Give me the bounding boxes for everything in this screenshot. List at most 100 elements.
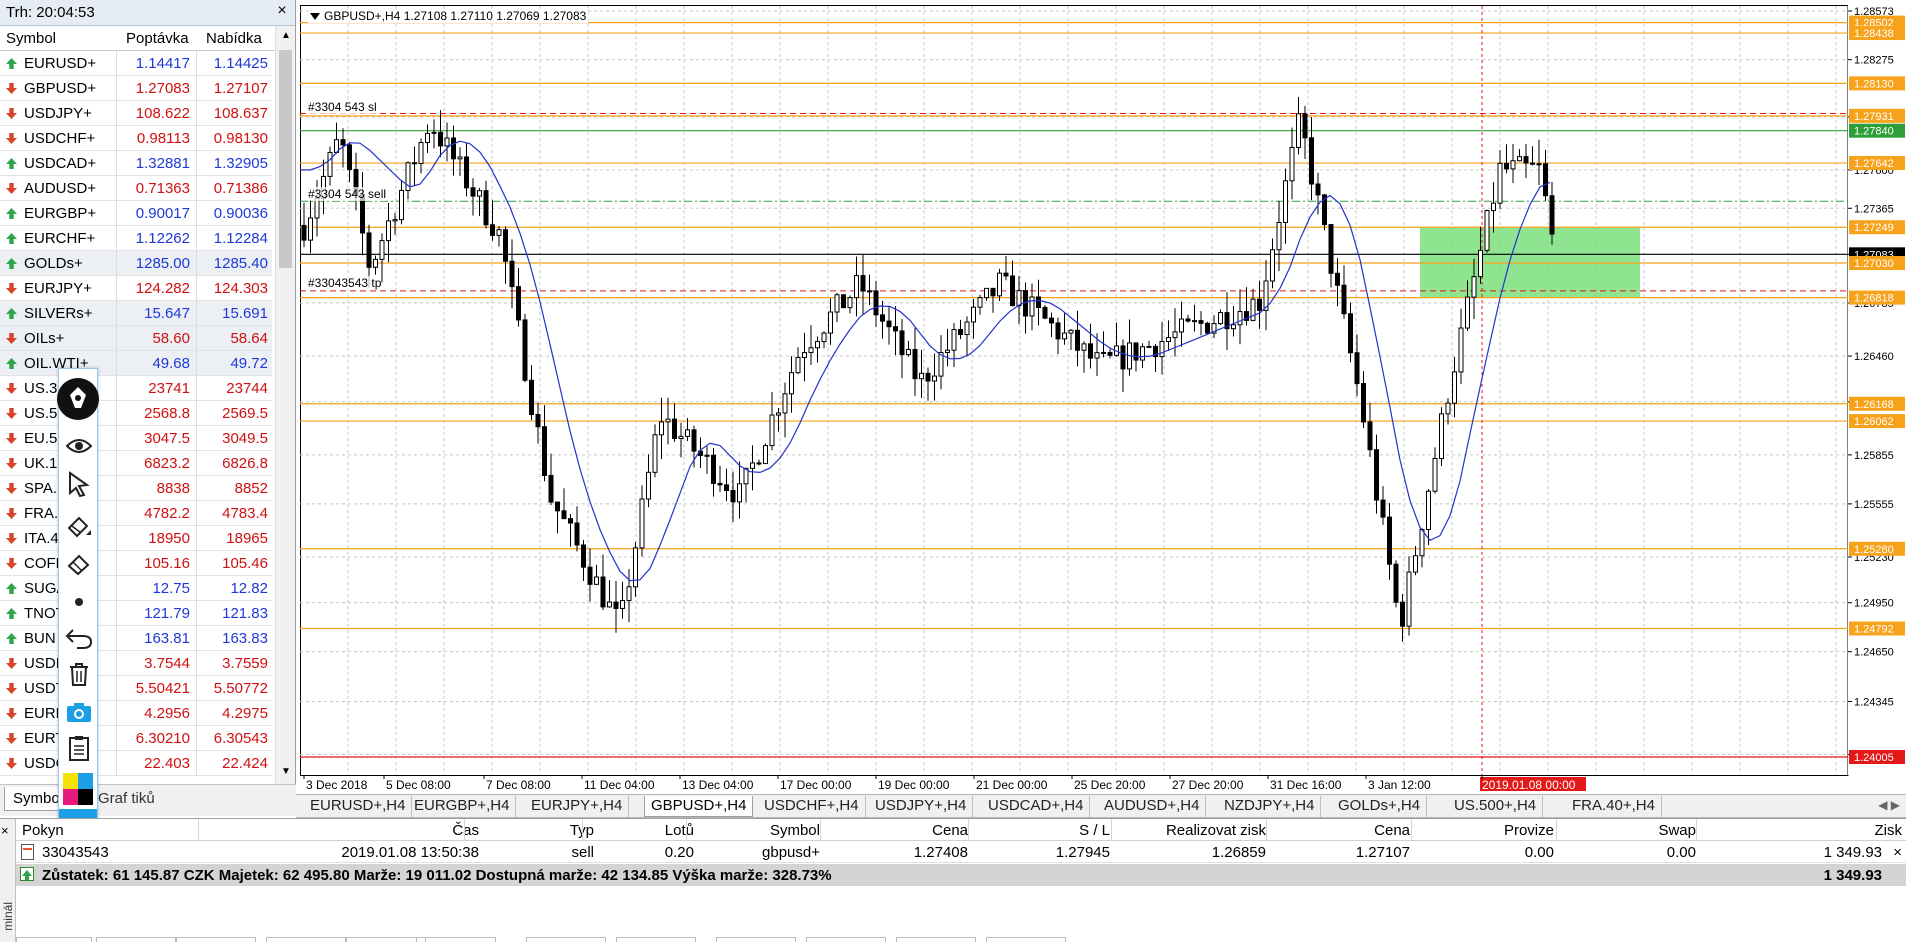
arrow-up-icon [6, 358, 17, 369]
market-watch-row[interactable]: EURUSD+ 1.14417 1.14425 [0, 51, 272, 76]
eye-icon[interactable] [63, 431, 95, 461]
chart-tab[interactable]: EURUSD+,H4 [304, 796, 413, 817]
column-header[interactable]: Realizovat zisk [1166, 822, 1266, 839]
chart-tab[interactable]: EURJPY+,H4 [525, 796, 630, 817]
market-watch-row[interactable]: FRA.4 4782.2 4783.4 [0, 501, 272, 526]
market-watch-row[interactable]: OILs+ 58.60 58.64 [0, 326, 272, 351]
chart-tab[interactable]: USDCHF+,H4 [758, 796, 866, 817]
market-watch-row[interactable]: ITA.4 18950 18965 [0, 526, 272, 551]
market-watch-row[interactable]: GBPUSD+ 1.27083 1.27107 [0, 76, 272, 101]
terminal-tab[interactable] [96, 937, 176, 942]
dot-icon[interactable] [63, 587, 95, 617]
scroll-down-icon[interactable]: ▼ [279, 766, 293, 780]
column-header[interactable]: Zisk [1875, 822, 1903, 839]
market-watch-row[interactable]: USDC 22.403 22.424 [0, 751, 272, 776]
terminal-tab[interactable] [526, 937, 606, 942]
close-order-icon[interactable]: × [1893, 844, 1902, 861]
terminal-tab[interactable] [416, 937, 496, 942]
column-header[interactable]: Čas [452, 822, 479, 839]
time-tick-label: 19 Dec 00:00 [878, 778, 950, 792]
scroll-thumb[interactable] [279, 50, 292, 268]
column-header[interactable]: S / L [1079, 822, 1110, 839]
market-watch-row[interactable]: OIL.WTI+ 49.68 49.72 [0, 351, 272, 376]
scroll-up-icon[interactable]: ▲ [279, 30, 293, 44]
column-bid[interactable]: Poptávka [126, 30, 189, 47]
market-watch-row[interactable]: AUDUSD+ 0.71363 0.71386 [0, 176, 272, 201]
chart-tab[interactable]: GBPUSD+,H4 [644, 796, 754, 817]
column-symbol[interactable]: Symbol [6, 30, 56, 47]
market-watch-row[interactable]: EURCHF+ 1.12262 1.12284 [0, 226, 272, 251]
market-watch-row[interactable]: SUGA 12.75 12.82 [0, 576, 272, 601]
brand-logo-icon[interactable] [57, 378, 99, 420]
close-icon[interactable]: × [1, 823, 9, 838]
trash-icon[interactable] [63, 659, 95, 689]
camera-icon[interactable] [63, 697, 95, 727]
chart-tab[interactable]: NZDJPY+,H4 [1218, 796, 1322, 817]
table-row[interactable]: 33043543 2019.01.08 13:50:38 sell 0.20 g… [16, 841, 1906, 863]
chart-tab[interactable]: AUDUSD+,H4 [1098, 796, 1207, 817]
column-header[interactable]: Lotů [665, 822, 694, 839]
terminal-tab[interactable] [346, 937, 426, 942]
clipboard-icon[interactable] [63, 733, 95, 763]
tab-tick-chart[interactable]: Graf tiků [90, 787, 163, 811]
market-watch-row[interactable]: EURT 6.30210 6.30543 [0, 726, 272, 751]
market-watch-row[interactable]: USDCHF+ 0.98113 0.98130 [0, 126, 272, 151]
market-watch-row[interactable]: SPA.3 8838 8852 [0, 476, 272, 501]
column-header[interactable]: Pokyn [22, 822, 64, 839]
undo-icon[interactable] [63, 623, 95, 653]
terminal-tab[interactable] [896, 937, 976, 942]
column-header[interactable]: Cena [1374, 822, 1410, 839]
market-watch-row[interactable]: EURJPY+ 124.282 124.303 [0, 276, 272, 301]
color-swatch-magenta[interactable] [63, 789, 78, 805]
market-watch-row[interactable]: US.30 23741 23744 [0, 376, 272, 401]
order-sl-label[interactable]: #3304 543 sl [308, 100, 377, 114]
chart-tab[interactable]: US.500+,H4 [1448, 796, 1544, 817]
color-picker-icon[interactable] [63, 773, 93, 805]
terminal-tab[interactable] [176, 937, 256, 942]
color-swatch-black[interactable] [78, 789, 93, 805]
chart-tab[interactable]: USDCAD+,H4 [982, 796, 1091, 817]
market-watch-row[interactable]: TNOT 121.79 121.83 [0, 601, 272, 626]
column-header[interactable]: Symbol [770, 822, 820, 839]
market-watch-row[interactable]: SILVERs+ 15.647 15.691 [0, 301, 272, 326]
market-watch-scrollbar[interactable]: ▲ ▼ [275, 26, 295, 784]
chart-tab[interactable]: FRA.40+,H4 [1566, 796, 1662, 817]
market-watch-row[interactable]: EU.50 3047.5 3049.5 [0, 426, 272, 451]
price-chart[interactable]: 1.285731.282751.279251.276001.273651.270… [300, 5, 1906, 793]
column-header[interactable]: Provize [1504, 822, 1554, 839]
market-watch-row[interactable]: EURGBP+ 0.90017 0.90036 [0, 201, 272, 226]
color-swatch-blue[interactable] [78, 773, 93, 789]
terminal-tab[interactable] [616, 937, 696, 942]
close-icon[interactable]: × [273, 2, 291, 20]
cursor-icon[interactable] [63, 469, 95, 499]
market-watch-row[interactable]: COFF 105.16 105.46 [0, 551, 272, 576]
terminal-tab[interactable] [16, 937, 92, 942]
market-watch-row[interactable]: BUN 163.81 163.83 [0, 626, 272, 651]
market-watch-row[interactable]: UK.10 6823.2 6826.8 [0, 451, 272, 476]
chart-tab[interactable]: GOLDs+,H4 [1332, 796, 1428, 817]
order-sell-label[interactable]: #3304 543 sell [308, 187, 387, 201]
tab-scroll-arrows-icon[interactable]: ◀ ▶ [1878, 798, 1900, 812]
terminal-tab[interactable] [266, 937, 346, 942]
chart-tab[interactable]: USDJPY+,H4 [869, 796, 974, 817]
pencil-icon[interactable] [63, 511, 95, 541]
column-ask[interactable]: Nabídka [206, 30, 262, 47]
market-watch-row[interactable]: USDI 3.7544 3.7559 [0, 651, 272, 676]
market-watch-row[interactable]: US.50 2568.8 2569.5 [0, 401, 272, 426]
terminal-tab[interactable] [716, 937, 796, 942]
market-watch-row[interactable]: USDT 5.50421 5.50772 [0, 676, 272, 701]
column-header[interactable]: Cena [932, 822, 968, 839]
eraser-icon[interactable] [63, 549, 95, 579]
order-tp-label[interactable]: #33043543 tp [308, 276, 382, 290]
chart-tab[interactable]: EURGBP+,H4 [408, 796, 517, 817]
market-watch-row[interactable]: USDJPY+ 108.622 108.637 [0, 101, 272, 126]
chart-canvas[interactable]: 1.285731.282751.279251.276001.273651.270… [300, 5, 1906, 793]
market-watch-row[interactable]: GOLDs+ 1285.00 1285.40 [0, 251, 272, 276]
terminal-tab[interactable] [986, 937, 1066, 942]
market-watch-row[interactable]: EURP 4.2956 4.2975 [0, 701, 272, 726]
column-header[interactable]: Swap [1658, 822, 1696, 839]
market-watch-row[interactable]: USDCAD+ 1.32881 1.32905 [0, 151, 272, 176]
color-swatch-yellow[interactable] [63, 773, 78, 789]
chart-menu-icon[interactable] [310, 13, 320, 21]
terminal-tab[interactable] [806, 937, 886, 942]
